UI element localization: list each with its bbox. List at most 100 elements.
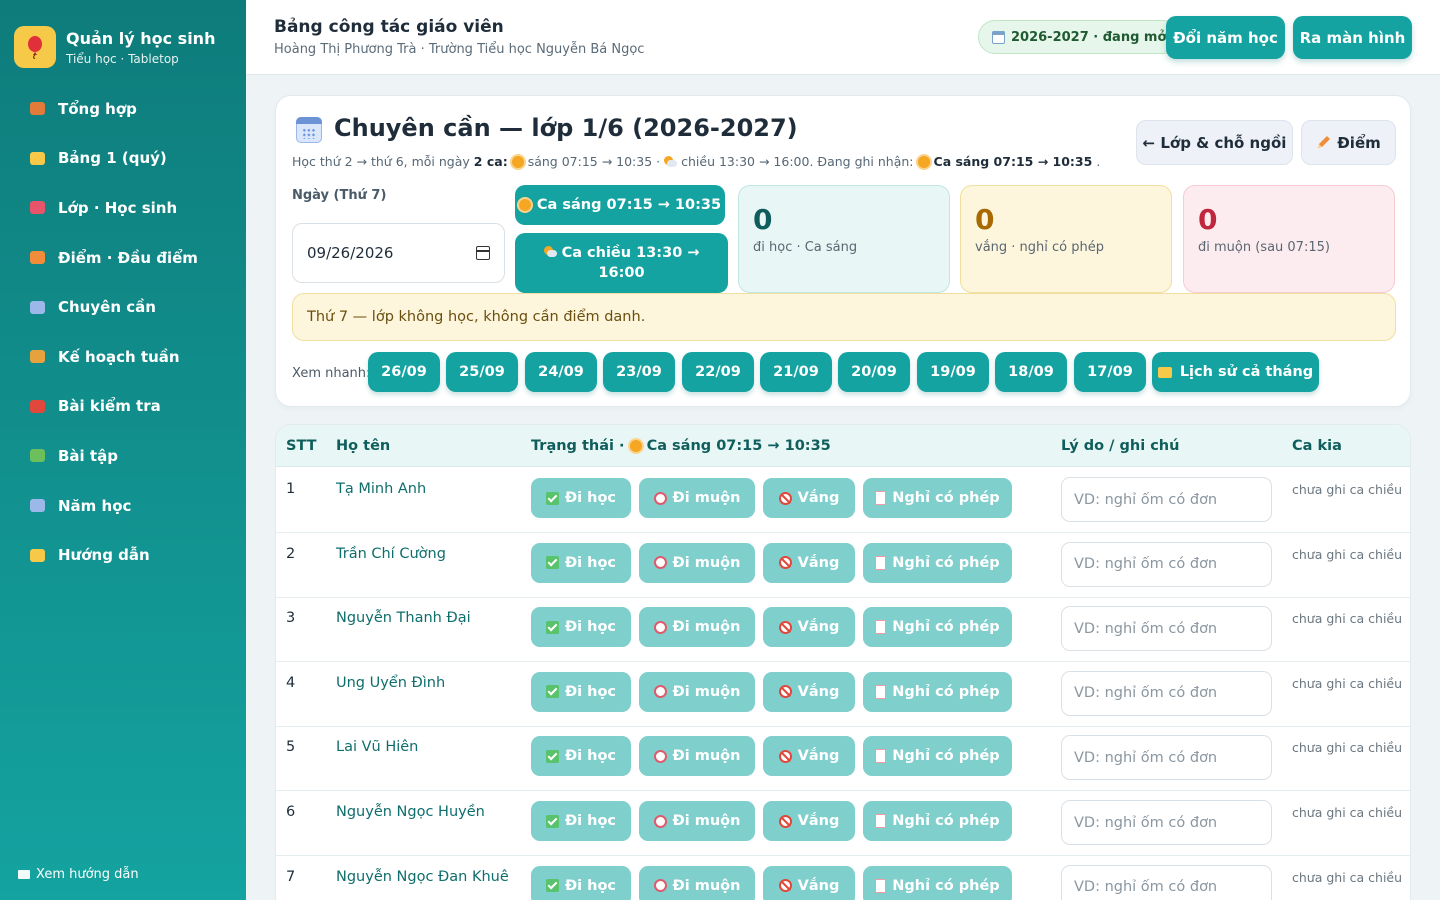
excused-button[interactable]: Nghỉ có phép — [863, 607, 1012, 648]
action-label: Đi học — [564, 813, 617, 829]
excused-button[interactable]: Nghỉ có phép — [863, 671, 1012, 712]
absent-button[interactable]: Vắng — [763, 542, 855, 583]
excused-button[interactable]: Nghỉ có phép — [863, 865, 1012, 900]
calendar-icon — [28, 497, 46, 515]
student-name[interactable]: Trần Chí Cường — [336, 546, 446, 562]
action-label: Nghỉ có phép — [892, 877, 1000, 894]
student-name[interactable]: Ung Uyển Đình — [336, 675, 445, 691]
absent-button[interactable]: Vắng — [763, 801, 855, 841]
sidebar-item-4[interactable]: Chuyên cần — [0, 282, 246, 332]
other-shift-status: chưa ghi ca chiều — [1292, 740, 1403, 756]
shift-afternoon-button[interactable]: Ca chiều 13:30 → 16:00 — [515, 233, 728, 293]
note-input[interactable] — [1061, 670, 1272, 716]
quick-date-button[interactable]: 20/09 — [838, 352, 910, 392]
late-button[interactable]: Đi muộn — [639, 865, 755, 900]
note-input[interactable] — [1061, 864, 1272, 900]
grades-button[interactable]: Điểm — [1301, 120, 1396, 165]
student-name[interactable]: Lai Vũ Hiên — [336, 739, 418, 755]
present-button[interactable]: Đi học — [531, 478, 631, 518]
document-icon — [875, 749, 887, 764]
student-name[interactable]: Nguyễn Ngọc Đan Khuê — [336, 869, 509, 885]
sidebar-item-6[interactable]: Bài kiểm tra — [0, 382, 246, 432]
stat-card-0: 0 đi học · Ca sáng — [738, 185, 950, 293]
sidebar-item-label: Kế hoạch tuần — [58, 347, 180, 366]
quick-date-button[interactable]: 17/09 — [1074, 352, 1146, 392]
other-shift-status: chưa ghi ca chiều — [1292, 482, 1403, 497]
late-button[interactable]: Đi muộn — [639, 542, 755, 583]
present-button[interactable]: Đi học — [531, 865, 631, 900]
sidebar-item-3[interactable]: Điểm · Đầu điểm — [0, 233, 246, 283]
present-button[interactable]: Ra màn hình — [1293, 16, 1412, 59]
late-button[interactable]: Đi muộn — [639, 736, 755, 777]
excused-button[interactable]: Nghỉ có phép — [863, 736, 1012, 777]
month-history-button[interactable]: Lịch sử cả tháng — [1152, 352, 1319, 392]
change-year-button[interactable]: Đổi năm học — [1166, 16, 1285, 59]
absent-button[interactable]: Vắng — [763, 671, 855, 712]
student-name[interactable]: Nguyễn Thanh Đại — [336, 610, 471, 626]
top-header: Bảng công tác giáo viên Hoàng Thị Phương… — [246, 0, 1440, 75]
date-input[interactable]: 09/26/2026 — [292, 223, 505, 283]
quick-date-button[interactable]: 25/09 — [446, 352, 518, 392]
row-stt: 2 — [286, 545, 296, 562]
desc-afternoon: chiều 13:30 → 16:00. Đang ghi nhận: — [681, 154, 914, 169]
quick-date-button[interactable]: 21/09 — [760, 352, 832, 392]
absent-button[interactable]: Vắng — [763, 865, 855, 900]
note-input[interactable] — [1061, 800, 1272, 845]
compass-icon — [28, 348, 46, 366]
shift-morning-button[interactable]: Ca sáng 07:15 → 10:35 — [515, 185, 725, 225]
quick-date-button[interactable]: 26/09 — [368, 352, 440, 392]
quick-date-button[interactable]: 18/09 — [995, 352, 1067, 392]
present-button[interactable]: Đi học — [531, 607, 631, 648]
sidebar-item-9[interactable]: Hướng dẫn — [0, 530, 246, 580]
absent-button[interactable]: Vắng — [763, 607, 855, 648]
absent-button[interactable]: Vắng — [763, 736, 855, 777]
note-input[interactable] — [1061, 606, 1272, 652]
action-label: Vắng — [797, 619, 840, 636]
no-entry-icon — [778, 620, 792, 634]
action-label: Nghỉ có phép — [892, 619, 1000, 636]
quick-date-button[interactable]: 24/09 — [525, 352, 597, 392]
col-status-shift: Ca sáng 07:15 → 10:35 — [646, 438, 831, 454]
calendar-picker-icon[interactable] — [476, 246, 490, 260]
excused-button[interactable]: Nghỉ có phép — [863, 801, 1012, 841]
note-input[interactable] — [1061, 735, 1272, 781]
sidebar-item-1[interactable]: Bảng 1 (quý) — [0, 134, 246, 184]
quick-date-button[interactable]: 19/09 — [917, 352, 989, 392]
note-input[interactable] — [1061, 541, 1272, 587]
sidebar-item-5[interactable]: Kế hoạch tuần — [0, 332, 246, 382]
present-button[interactable]: Đi học — [531, 671, 631, 712]
excused-button[interactable]: Nghỉ có phép — [863, 542, 1012, 583]
absent-button[interactable]: Vắng — [763, 478, 855, 518]
help-link[interactable]: Xem hướng dẫn — [18, 867, 139, 882]
document-icon — [875, 684, 887, 699]
check-icon — [545, 491, 559, 505]
quick-date-button[interactable]: 23/09 — [603, 352, 675, 392]
pencil-icon — [1318, 136, 1331, 148]
excused-button[interactable]: Nghỉ có phép — [863, 478, 1012, 518]
attendance-table: STT Họ tên Trạng thái · Ca sáng 07:15 → … — [275, 424, 1411, 900]
col-note: Lý do / ghi chú — [1061, 438, 1180, 454]
books-icon — [28, 447, 46, 465]
action-label: Đi muộn — [672, 877, 741, 894]
sidebar-item-8[interactable]: Năm học — [0, 481, 246, 531]
folder-icon — [28, 149, 46, 167]
note-input[interactable] — [1061, 477, 1272, 522]
check-icon — [545, 685, 559, 699]
present-button[interactable]: Đi học — [531, 542, 631, 583]
present-button[interactable]: Đi học — [531, 801, 631, 841]
student-name[interactable]: Tạ Minh Anh — [336, 481, 426, 497]
sidebar-item-7[interactable]: Bài tập — [0, 431, 246, 481]
late-button[interactable]: Đi muộn — [639, 671, 755, 712]
late-button[interactable]: Đi muộn — [639, 478, 755, 518]
sidebar-item-2[interactable]: Lớp · Học sinh — [0, 183, 246, 233]
sidebar-item-0[interactable]: Tổng hợp — [0, 84, 246, 134]
present-button[interactable]: Đi học — [531, 736, 631, 777]
sun-icon — [917, 155, 930, 168]
other-shift-status: chưa ghi ca chiều — [1292, 675, 1403, 691]
late-button[interactable]: Đi muộn — [639, 607, 755, 648]
late-button[interactable]: Đi muộn — [639, 801, 755, 841]
back-to-class-button[interactable]: ← Lớp & chỗ ngồi — [1136, 120, 1293, 165]
month-history-label: Lịch sử cả tháng — [1179, 364, 1314, 380]
student-name[interactable]: Nguyễn Ngọc Huyền — [336, 804, 485, 820]
quick-date-button[interactable]: 22/09 — [682, 352, 754, 392]
